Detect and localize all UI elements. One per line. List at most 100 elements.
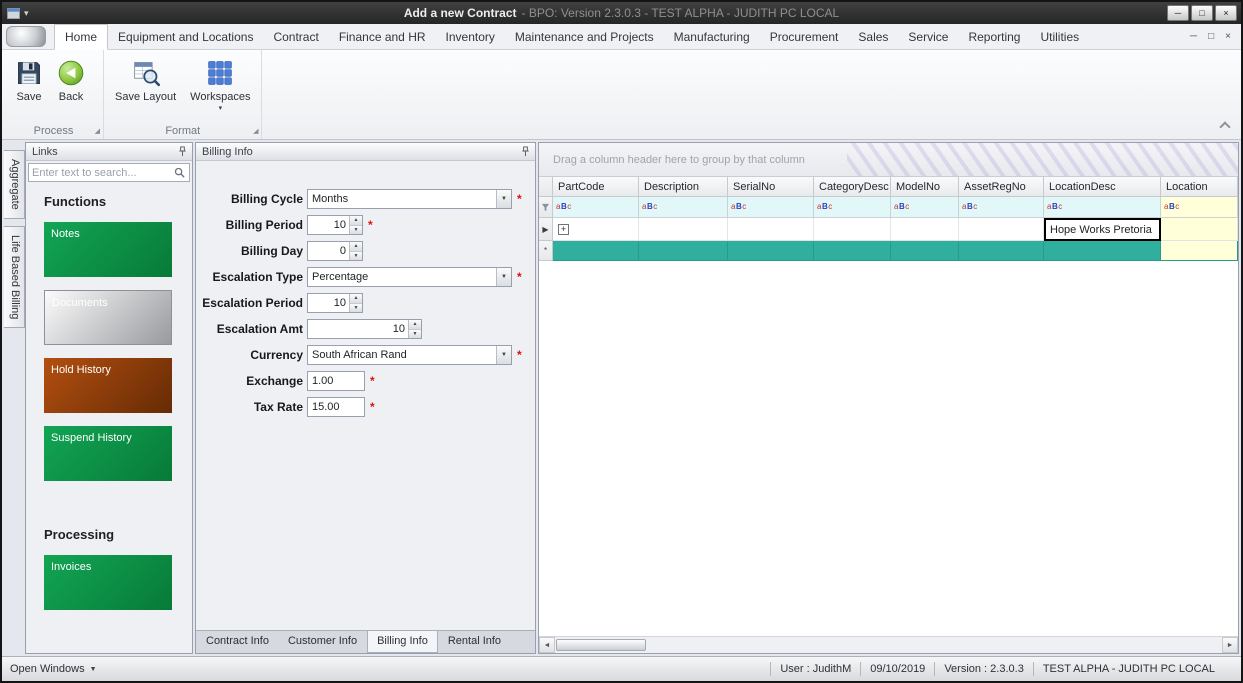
cell-modelno[interactable] [891,218,959,241]
ribbon-tab-reporting[interactable]: Reporting [958,25,1030,49]
ribbon-tab-contract[interactable]: Contract [263,25,328,49]
spin-up-icon[interactable]: ▲ [350,294,362,303]
column-header-location[interactable]: Location [1161,177,1238,197]
new-row-cell-serialno[interactable] [728,241,814,261]
dock-tab-life-based-billing[interactable]: Life Based Billing [4,225,25,329]
escalation-type-select[interactable]: Percentage ▼ [307,267,512,287]
expand-row-icon[interactable]: + [558,223,569,235]
billing-cycle-select[interactable]: Months ▼ [307,189,512,209]
workspaces-dropdown-icon[interactable]: ▾ [219,105,223,112]
close-button[interactable]: × [1215,5,1237,21]
hold-history-button[interactable]: Hold History [44,358,172,413]
tab-billing-info[interactable]: Billing Info [367,631,438,653]
pin-icon[interactable] [520,146,531,157]
dock-tab-aggregate[interactable]: Aggregate [4,150,25,219]
quick-access-caret-icon[interactable]: ▾ [24,8,29,19]
chevron-down-icon[interactable]: ▼ [496,190,511,208]
cell-locationdesc-focused[interactable]: Hope Works Pretoria [1044,218,1161,241]
new-row-cell-locationdesc[interactable] [1044,241,1161,261]
chevron-down-icon[interactable]: ▼ [496,268,511,286]
dialog-launcher-icon[interactable]: ◢ [253,127,258,135]
cell-description[interactable] [639,218,728,241]
tab-customer-info[interactable]: Customer Info [279,631,366,653]
suspend-history-button[interactable]: Suspend History [44,426,172,481]
restore-button[interactable]: □ [1191,5,1213,21]
cell-serialno[interactable] [728,218,814,241]
column-header-assetregno[interactable]: AssetRegNo [959,177,1044,197]
new-row-cell-partcode[interactable] [553,241,639,261]
currency-select[interactable]: South African Rand ▼ [307,345,512,365]
new-row-cell-categorydesc[interactable] [814,241,891,261]
filter-cell-description[interactable]: aBc [639,197,728,218]
search-icon[interactable] [174,167,185,178]
search-input[interactable] [32,166,174,179]
spin-up-icon[interactable]: ▲ [409,320,421,329]
spin-down-icon[interactable]: ▼ [350,224,362,234]
column-header-partcode[interactable]: PartCode [553,177,639,197]
minimize-button[interactable]: ─ [1167,5,1189,21]
grid-data-row[interactable]: ▶ + Hope Works Pretoria [539,218,1238,241]
column-header-categorydesc[interactable]: CategoryDesc [814,177,891,197]
cell-categorydesc[interactable] [814,218,891,241]
column-header-modelno[interactable]: ModelNo [891,177,959,197]
new-row-cell-assetregno[interactable] [959,241,1044,261]
tab-rental-info[interactable]: Rental Info [439,631,510,653]
filter-cell-location[interactable]: aBc [1161,197,1238,218]
ribbon-tab-inventory[interactable]: Inventory [436,25,505,49]
ribbon-tab-equipment-and-locations[interactable]: Equipment and Locations [108,25,263,49]
escalation-period-stepper[interactable]: 10 ▲ ▼ [307,293,363,313]
invoices-button[interactable]: Invoices [44,555,172,610]
horizontal-scrollbar[interactable]: ◄ ► [539,636,1238,653]
mdi-minimize-icon[interactable]: ─ [1190,31,1197,42]
documents-button[interactable]: Documents [44,290,172,345]
scroll-left-icon[interactable]: ◄ [539,637,555,653]
column-header-locationdesc[interactable]: LocationDesc [1044,177,1161,197]
scrollbar-thumb[interactable] [556,639,646,651]
new-row-cell-description[interactable] [639,241,728,261]
pin-icon[interactable] [177,146,188,157]
workspaces-button[interactable]: Workspaces ▾ [187,57,253,113]
grid-new-row[interactable]: * [539,241,1238,261]
tax-rate-field[interactable]: 15.00 [307,397,365,417]
ribbon-tab-service[interactable]: Service [898,25,958,49]
filter-cell-assetregno[interactable]: aBc [959,197,1044,218]
billing-period-stepper[interactable]: 10 ▲ ▼ [307,215,363,235]
mdi-restore-icon[interactable]: □ [1208,31,1214,42]
column-header-description[interactable]: Description [639,177,728,197]
escalation-amt-stepper[interactable]: 10 ▲ ▼ [307,319,422,339]
dialog-launcher-icon[interactable]: ◢ [95,127,100,135]
filter-cell-categorydesc[interactable]: aBc [814,197,891,218]
ribbon-tab-home[interactable]: Home [54,24,109,50]
ribbon-tab-sales[interactable]: Sales [848,25,898,49]
group-by-area[interactable]: Drag a column header here to group by th… [539,143,1238,177]
cell-assetregno[interactable] [959,218,1044,241]
scroll-right-icon[interactable]: ► [1222,637,1238,653]
filter-cell-modelno[interactable]: aBc [891,197,959,218]
save-layout-button[interactable]: Save Layout [112,57,179,105]
mdi-close-icon[interactable]: × [1225,31,1231,42]
ribbon-tab-procurement[interactable]: Procurement [760,25,849,49]
application-menu-button[interactable] [6,26,46,47]
column-header-serialno[interactable]: SerialNo [728,177,814,197]
cell-partcode[interactable]: + [553,218,639,241]
filter-cell-locationdesc[interactable]: aBc [1044,197,1161,218]
exchange-field[interactable]: 1.00 [307,371,365,391]
billing-day-stepper[interactable]: 0 ▲ ▼ [307,241,363,261]
ribbon-tab-finance-and-hr[interactable]: Finance and HR [329,25,436,49]
ribbon-collapse-icon[interactable] [1219,121,1231,133]
ribbon-tab-manufacturing[interactable]: Manufacturing [664,25,760,49]
ribbon-tab-maintenance-and-projects[interactable]: Maintenance and Projects [505,25,664,49]
app-icon[interactable] [7,7,20,19]
spin-up-icon[interactable]: ▲ [350,242,362,251]
chevron-down-icon[interactable]: ▼ [496,346,511,364]
cell-location[interactable] [1161,218,1238,241]
open-windows-dropdown[interactable]: Open Windows ▼ [10,663,97,675]
spin-down-icon[interactable]: ▼ [350,250,362,260]
ribbon-tab-utilities[interactable]: Utilities [1030,25,1089,49]
back-button[interactable]: Back [54,57,88,105]
new-row-cell-modelno[interactable] [891,241,959,261]
new-row-cell-location[interactable] [1161,241,1238,261]
spin-up-icon[interactable]: ▲ [350,216,362,225]
notes-button[interactable]: Notes [44,222,172,277]
spin-down-icon[interactable]: ▼ [350,302,362,312]
